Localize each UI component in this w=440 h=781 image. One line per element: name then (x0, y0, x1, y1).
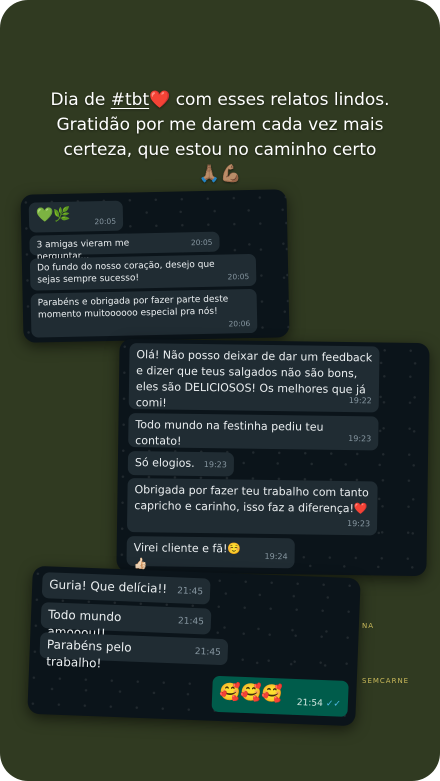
caption-line2: Gratidão por me darem cada vez mais (56, 115, 384, 135)
read-receipt-icon: ✓✓ (325, 699, 342, 710)
message-bubble: Virei cliente e fã!☺️👍🏻 19:24 (126, 535, 295, 570)
message-bubble: Guria! Que delícia!! 21:45 (41, 572, 211, 605)
message-time: 19:24 (264, 551, 288, 562)
message-text: Olá! Não posso deixar de dar um feedback… (135, 348, 373, 410)
caption-line3: certeza, que estou no caminho certo (63, 140, 377, 160)
message-bubble: 3 amigas vieram me perguntar... 20:05 (29, 231, 220, 262)
heart-emoji: ❤️ (149, 90, 171, 110)
message-time: 19:23 (203, 460, 227, 470)
background-logo-text: NA (362, 622, 375, 630)
message-bubble: Todo mundo amooou!! 21:45 (40, 602, 212, 641)
story-background: Dia de #tbt❤️ com esses relatos lindos. … (0, 0, 440, 781)
caption-line1-pre: Dia de (50, 90, 111, 110)
message-text: Todo mundo na festinha pediu teu contato… (135, 418, 324, 448)
message-text: Do fundo do nosso coração, desejo que se… (36, 259, 215, 286)
message-text: Parabéns e obrigada por fazer parte dest… (37, 294, 229, 321)
pray-muscle-emojis: 🙏🏽💪🏽 (198, 164, 242, 184)
chat-screenshot-1: 💚🌿 20:05 3 amigas vieram me perguntar...… (20, 189, 290, 343)
message-time: 19:22 (348, 396, 372, 406)
message-bubble: 💚🌿 20:05 (28, 200, 124, 233)
message-bubble: Parabéns e obrigada por fazer parte dest… (30, 288, 258, 338)
story-caption: Dia de #tbt❤️ com esses relatos lindos. … (20, 88, 420, 185)
message-text: Obrigada por fazer teu trabalho com tant… (134, 483, 369, 516)
message-time: 20:06 (228, 319, 251, 329)
message-time: 19:23 (348, 434, 372, 444)
message-time: 21:45 (194, 647, 221, 659)
message-bubble: Só elogios. 19:23 (127, 450, 235, 477)
message-bubble: Do fundo do nosso coração, desejo que se… (29, 253, 257, 291)
caption-line1-post: com esses relatos lindos. (170, 90, 390, 110)
chat-screenshot-3: Guria! Que delícia!! 21:45 Todo mundo am… (27, 565, 361, 727)
message-time: 21:45 (177, 616, 205, 628)
message-time: 20:05 (227, 272, 250, 282)
message-bubble: Todo mundo na festinha pediu teu contato… (128, 412, 379, 451)
message-bubble: Olá! Não posso deixar de dar um feedback… (128, 342, 380, 413)
message-time: 21:54 (296, 697, 323, 709)
message-time: 21:45 (176, 586, 204, 598)
message-time: 20:05 (190, 237, 213, 248)
tbt-hashtag[interactable]: #tbt (111, 90, 149, 110)
chat-screenshot-2: Olá! Não posso deixar de dar um feedback… (116, 338, 430, 577)
background-logo-text: SEMCARNE (362, 677, 410, 685)
message-bubble: Obrigada por fazer teu trabalho com tant… (126, 477, 378, 536)
message-time: 20:05 (94, 216, 117, 227)
outgoing-message-bubble: 🥰🥰🥰 21:54 ✓✓ (211, 675, 349, 717)
message-time: 19:23 (346, 519, 371, 529)
